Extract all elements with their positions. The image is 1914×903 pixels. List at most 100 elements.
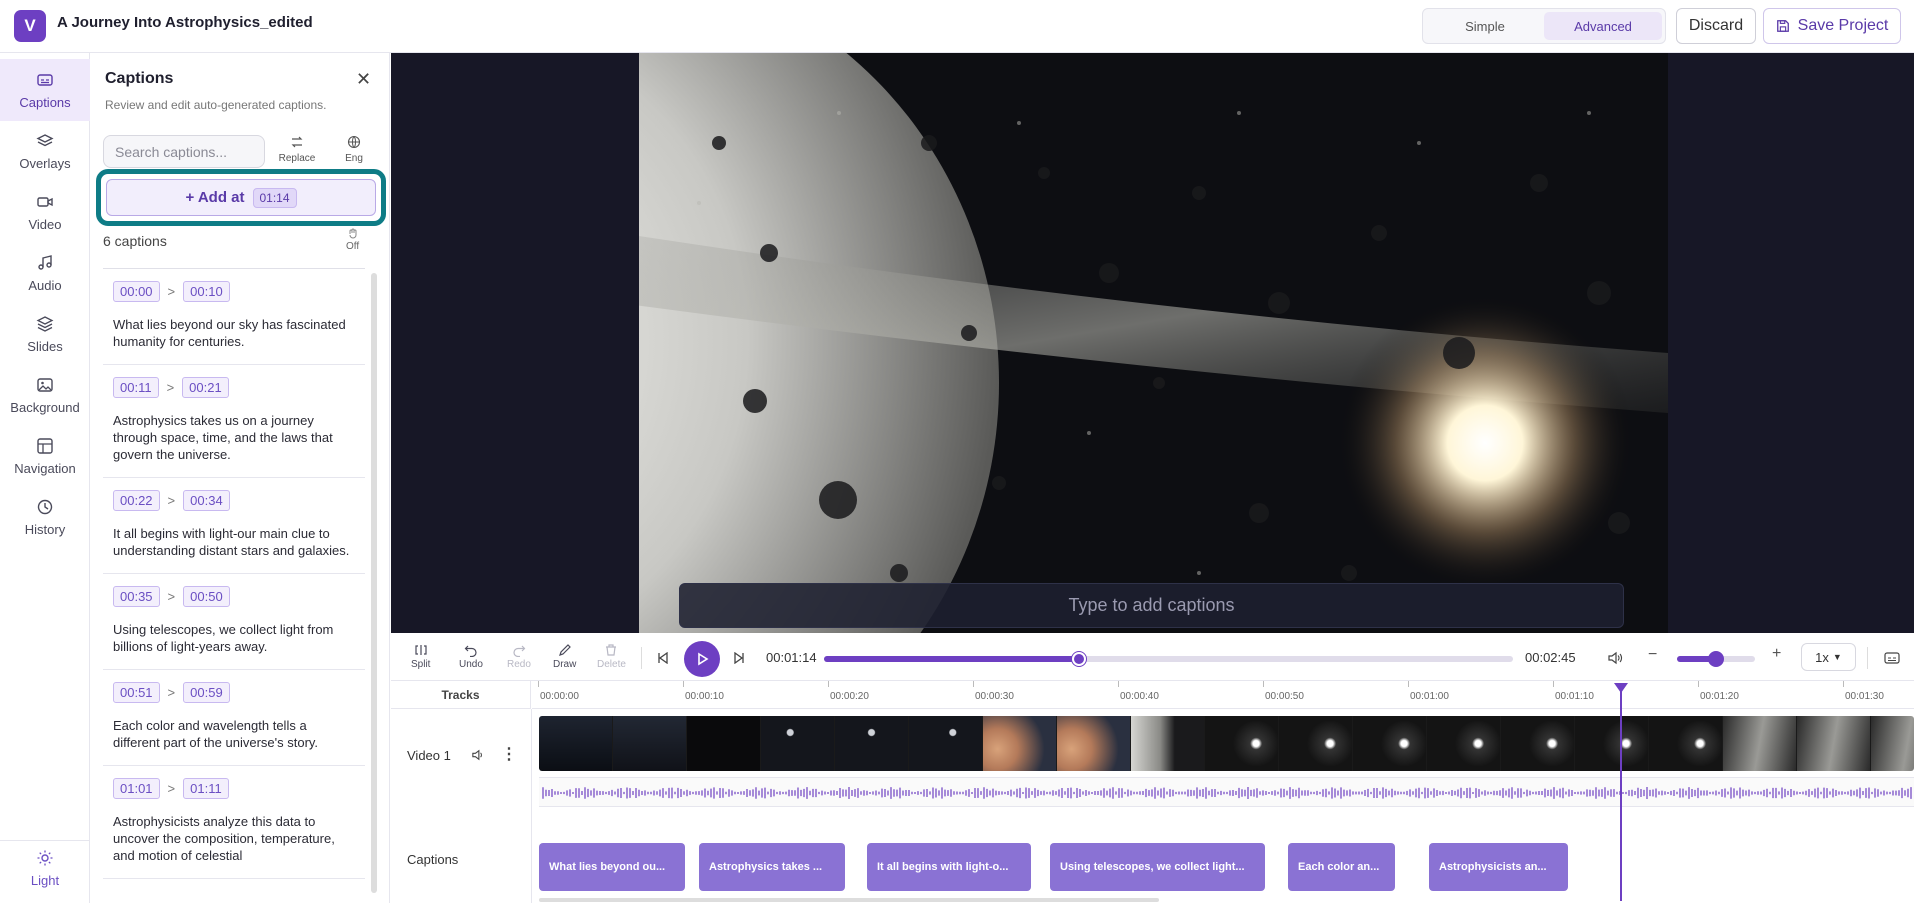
progress-handle[interactable] (1071, 652, 1086, 666)
caption-item[interactable]: 01:01 >01:11 Astrophysicists analyze this… (103, 766, 365, 879)
ruler-tick: 00:00:50 (1263, 681, 1304, 702)
skip-back-icon[interactable] (657, 652, 669, 664)
save-project-button[interactable]: Save Project (1763, 8, 1901, 44)
skip-forward-icon[interactable] (733, 652, 745, 664)
caption-block[interactable]: Using telescopes, we collect light... (1050, 843, 1265, 891)
mode-simple-button[interactable]: Simple (1426, 12, 1544, 40)
rail-item-video[interactable]: Video (0, 181, 90, 243)
clip-frame (1353, 716, 1427, 771)
caption-text[interactable]: It all begins with light-our main clue t… (113, 525, 355, 559)
panel-subtitle: Review and edit auto-generated captions. (105, 98, 327, 112)
zoom-slider-handle[interactable] (1708, 651, 1724, 667)
rail-item-history[interactable]: History (0, 486, 90, 548)
clip-frame (1871, 716, 1914, 771)
caption-start[interactable]: 00:35 (113, 586, 160, 607)
audio-waveform[interactable] (539, 777, 1914, 807)
add-caption-label: + Add at (185, 189, 245, 206)
replace-label: Replace (278, 153, 316, 164)
progress-bar[interactable] (824, 652, 1513, 666)
zoom-out-icon[interactable]: − (1648, 646, 1657, 664)
draw-button[interactable]: Draw (553, 643, 576, 670)
stack-icon (36, 315, 54, 332)
ruler-tick: 00:00:40 (1118, 681, 1159, 702)
clip-frame (761, 716, 835, 771)
mode-advanced-button[interactable]: Advanced (1544, 12, 1662, 40)
caption-end[interactable]: 00:10 (183, 281, 230, 302)
undo-label: Undo (459, 659, 483, 670)
caption-start[interactable]: 00:11 (113, 377, 159, 398)
delete-button[interactable]: Delete (597, 643, 626, 670)
rail-item-slides[interactable]: Slides (0, 303, 90, 365)
caption-start[interactable]: 00:22 (113, 490, 160, 511)
caption-end[interactable]: 00:59 (183, 682, 230, 703)
search-captions-input[interactable] (103, 135, 265, 168)
caption-item[interactable]: 00:22 >00:34 It all begins with light-our… (103, 478, 365, 574)
caption-text-input[interactable]: Type to add captions (679, 583, 1624, 628)
rail-item-background[interactable]: Background (0, 364, 90, 426)
caption-count: 6 captions (103, 233, 167, 249)
caption-text[interactable]: Using telescopes, we collect light from … (113, 621, 355, 655)
rail-item-audio[interactable]: Audio (0, 242, 90, 304)
caption-item[interactable]: 00:51 >00:59 Each color and wavelength te… (103, 670, 365, 766)
rail-item-captions[interactable]: Captions (0, 59, 90, 121)
caption-start[interactable]: 00:51 (113, 682, 160, 703)
more-options-icon[interactable]: ⋮ (501, 744, 517, 764)
timeline-scrollbar[interactable] (539, 898, 1159, 902)
undo-button[interactable]: Undo (459, 643, 483, 670)
split-button[interactable]: Split (411, 643, 430, 670)
delete-label: Delete (597, 659, 626, 670)
play-button[interactable] (684, 641, 720, 677)
language-button[interactable]: Eng (332, 135, 376, 164)
layers-icon (36, 133, 54, 146)
time-ruler[interactable]: 00:00:00 00:00:10 00:00:20 00:00:30 00:0… (532, 681, 1914, 709)
caption-list-scrollbar[interactable] (371, 273, 377, 893)
rail-label: Video (28, 216, 62, 232)
caption-block[interactable]: Each color an... (1288, 843, 1395, 891)
clip-frame (1279, 716, 1353, 771)
speed-value: 1x (1815, 649, 1829, 665)
caption-end[interactable]: 00:21 (182, 377, 229, 398)
caption-end[interactable]: 00:34 (183, 490, 230, 511)
volume-icon[interactable] (1607, 651, 1623, 665)
redo-button[interactable]: Redo (507, 643, 531, 670)
rail-item-navigation[interactable]: Navigation (0, 425, 90, 487)
caption-block[interactable]: Astrophysicists an... (1429, 843, 1568, 891)
caption-end[interactable]: 00:50 (183, 586, 230, 607)
caption-text[interactable]: Astrophysicists analyze this data to unc… (113, 813, 355, 864)
subtitles-icon[interactable] (1884, 651, 1900, 665)
caption-block[interactable]: Astrophysics takes ... (699, 843, 845, 891)
caption-block[interactable]: What lies beyond ou... (539, 843, 685, 891)
discard-button[interactable]: Discard (1676, 8, 1756, 44)
close-icon[interactable]: ✕ (356, 69, 371, 90)
clip-frame (983, 716, 1057, 771)
clip-frame (835, 716, 909, 771)
caption-text[interactable]: Each color and wavelength tells a differ… (113, 717, 355, 751)
caption-start[interactable]: 00:00 (113, 281, 160, 302)
clip-frame (1427, 716, 1501, 771)
playhead[interactable] (1614, 683, 1628, 901)
video-clip[interactable] (539, 716, 1914, 771)
theme-toggle[interactable]: Light (0, 840, 90, 896)
divider (641, 647, 642, 669)
rail-item-overlays[interactable]: Overlays (0, 120, 90, 182)
zoom-slider[interactable] (1677, 651, 1755, 667)
caption-text[interactable]: What lies beyond our sky has fascinated … (113, 316, 355, 350)
caption-block[interactable]: It all begins with light-o... (867, 843, 1031, 891)
ruler-tick: 00:00:30 (973, 681, 1014, 702)
speed-select[interactable]: 1x ▼ (1801, 643, 1856, 671)
replace-button[interactable]: Replace (275, 135, 319, 164)
ruler-tick: 00:01:10 (1553, 681, 1594, 702)
caption-start[interactable]: 01:01 (113, 778, 160, 799)
app-logo[interactable]: V (14, 10, 46, 42)
auto-toggle[interactable]: Off (346, 227, 359, 252)
track-volume-icon[interactable] (471, 749, 485, 761)
add-caption-button[interactable]: + Add at 01:14 (106, 179, 376, 216)
caption-item[interactable]: 00:11 >00:21 Astrophysics takes us on a j… (103, 365, 365, 478)
caption-item[interactable]: 00:00 >00:10 What lies beyond our sky has… (103, 269, 365, 365)
project-title[interactable]: A Journey Into Astrophysics_edited (57, 14, 313, 31)
zoom-in-icon[interactable]: + (1772, 645, 1781, 663)
caption-text[interactable]: Astrophysics takes us on a journey throu… (113, 412, 355, 463)
caption-end[interactable]: 01:11 (183, 778, 229, 799)
caption-item[interactable]: 00:35 >00:50 Using telescopes, we collect… (103, 574, 365, 670)
video-frame[interactable] (639, 53, 1668, 633)
